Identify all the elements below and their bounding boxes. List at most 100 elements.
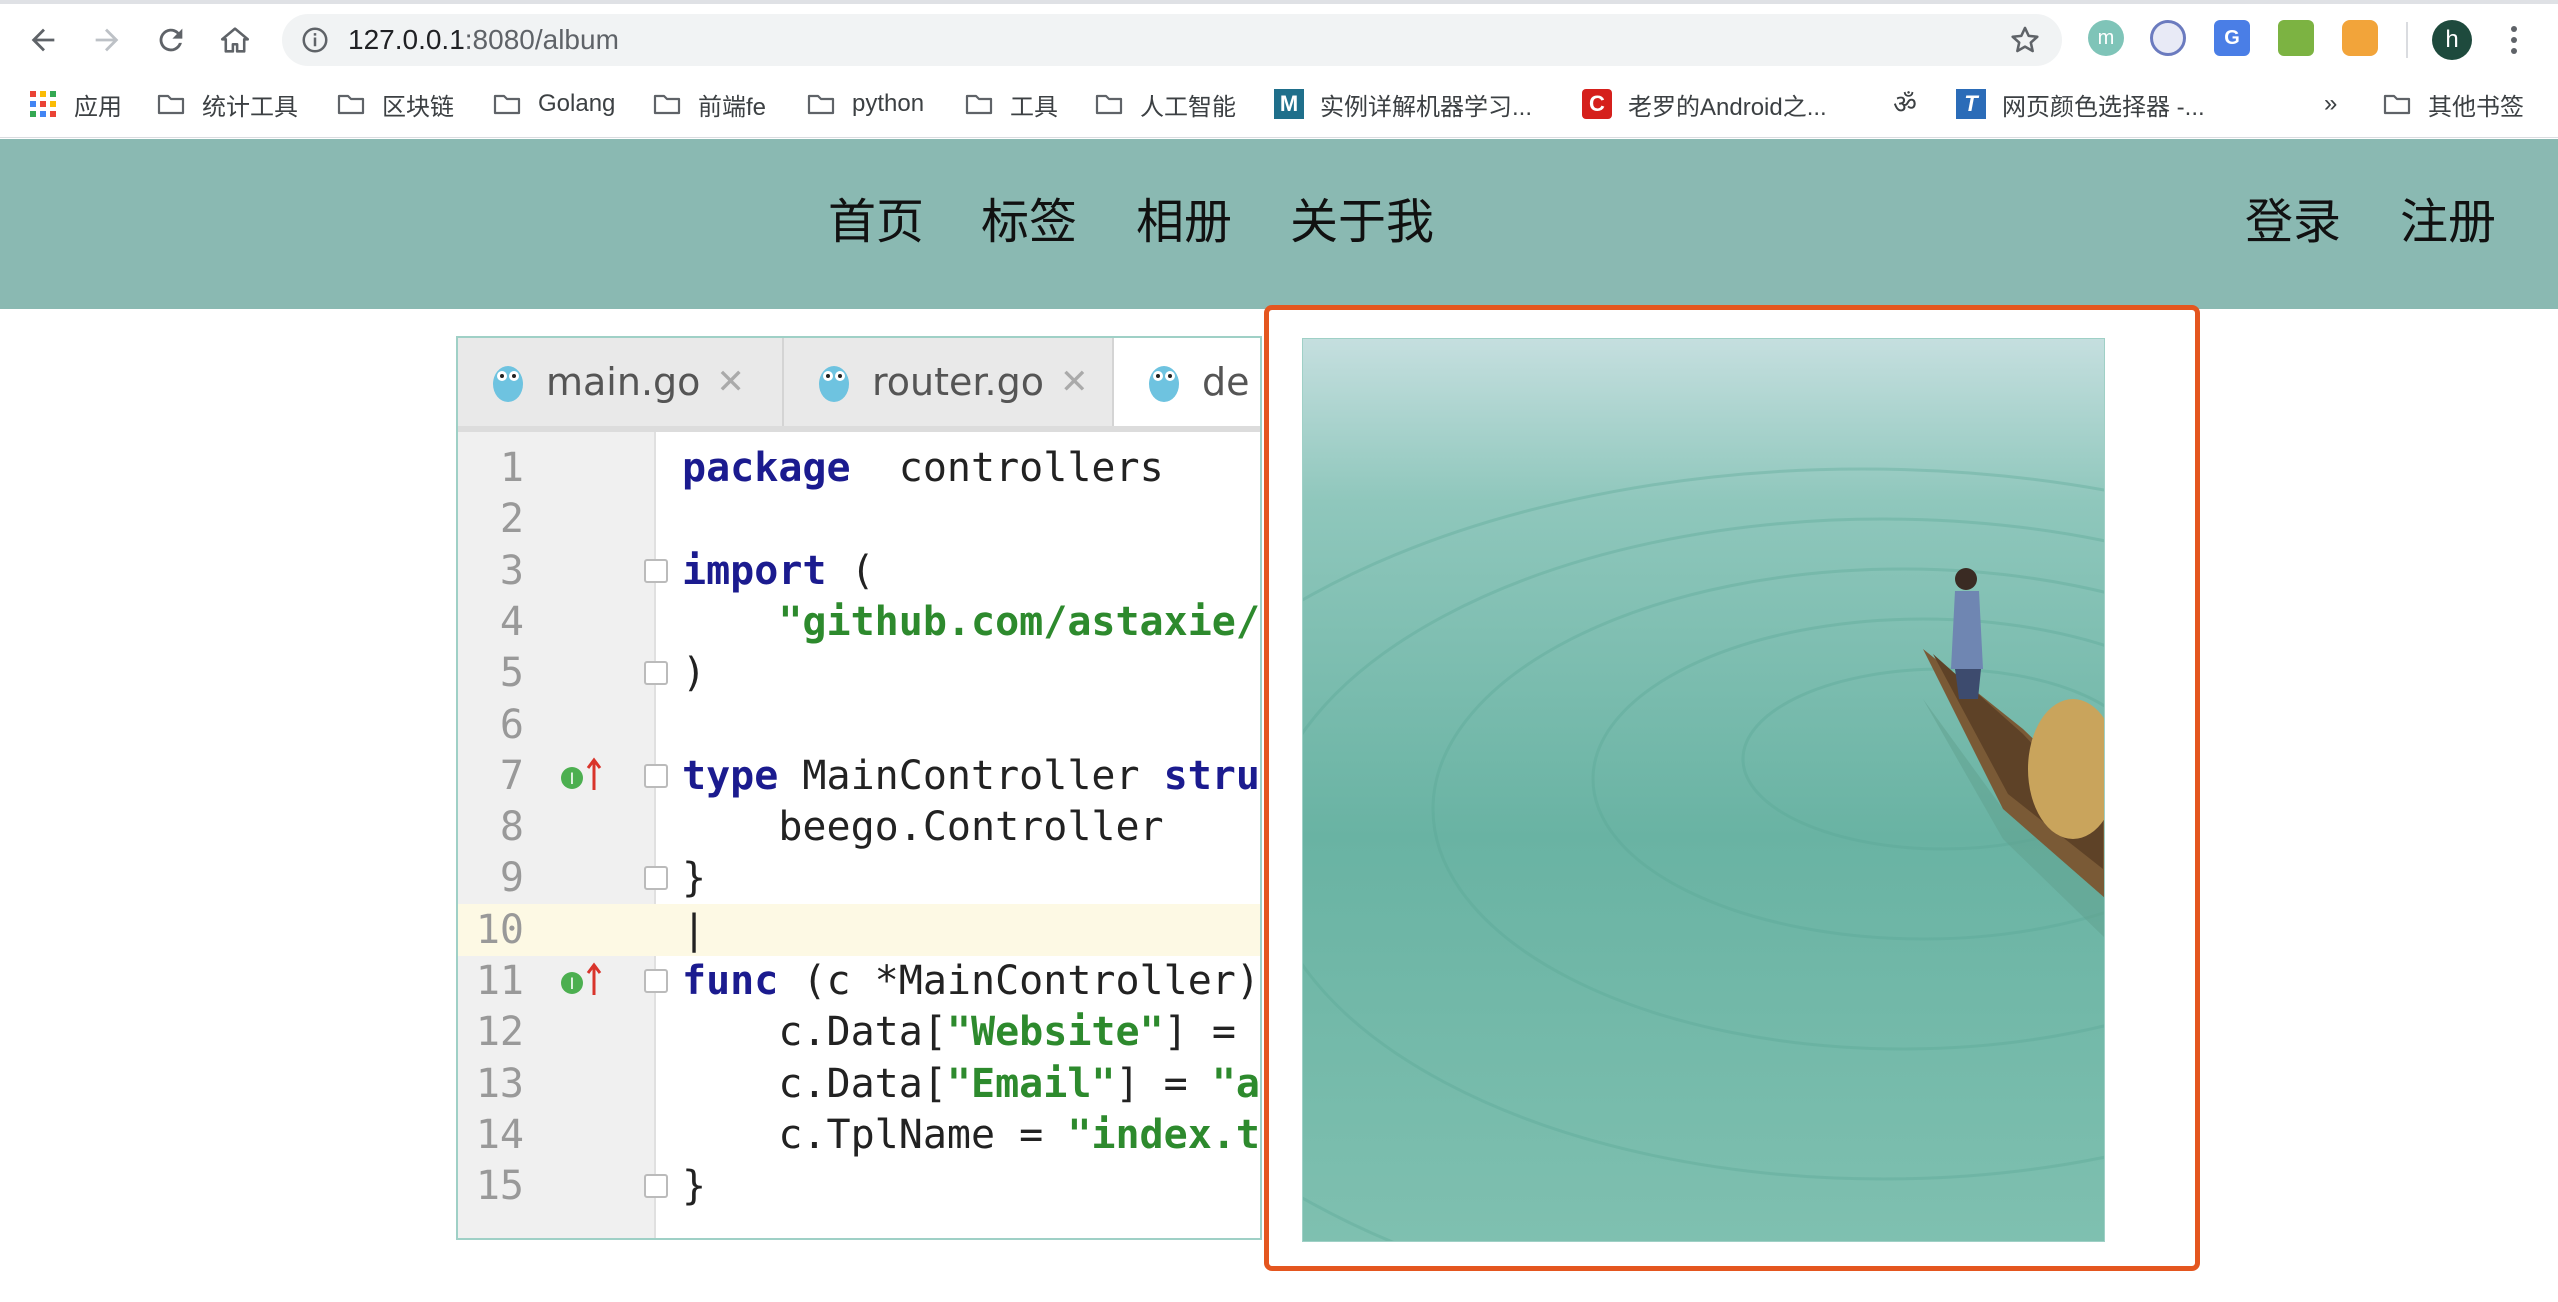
code-editor-screenshot: main.go ✕ router.go ✕ de 1 package controll…: [458, 338, 1260, 1238]
line-number: 12: [475, 1009, 524, 1056]
code-line: 5): [458, 647, 1260, 699]
login-link[interactable]: 登录: [2245, 195, 2341, 251]
nav-tags-link[interactable]: 标签: [981, 195, 1077, 251]
bookmark-folder-python[interactable]: python: [806, 84, 924, 124]
bookmark-ml-examples[interactable]: M 实例详解机器学习...: [1274, 84, 1532, 124]
extension-m-icon[interactable]: m: [2088, 20, 2124, 56]
address-bar[interactable]: 127.0.0.1:8080/album: [282, 14, 2062, 66]
site-t-icon: T: [1956, 89, 1986, 119]
bookmark-script[interactable]: ॐ: [1890, 84, 1936, 124]
line-number: 14: [475, 1111, 524, 1158]
bookmark-folder-golang[interactable]: Golang: [492, 84, 615, 124]
bookmark-label: Golang: [538, 90, 616, 117]
bookmarks-overflow-button[interactable]: »: [2324, 84, 2337, 124]
fold-marker-icon: [644, 661, 668, 686]
fold-marker-icon: [644, 763, 668, 788]
svg-text:I: I: [570, 974, 575, 993]
register-link[interactable]: 注册: [2400, 195, 2496, 251]
line-number: 13: [475, 1060, 524, 1107]
translate-extension-icon[interactable]: G: [2214, 20, 2250, 56]
code-line: 9}: [458, 852, 1260, 904]
metamask-fox-icon[interactable]: [2342, 20, 2378, 56]
bookmark-star-icon[interactable]: [2008, 23, 2042, 57]
code-line: 13 c.Data["Email"] = "a: [458, 1058, 1260, 1110]
nav-album-link[interactable]: 相册: [1136, 195, 1232, 251]
bookmark-label: 统计工具: [202, 93, 298, 121]
bookmark-label: python: [852, 90, 925, 117]
code-text: ): [682, 650, 707, 697]
code-text: c.Data["Website"] =: [682, 1009, 1236, 1056]
bookmark-android[interactable]: C 老罗的Android之...: [1582, 84, 1827, 124]
close-icon: ✕: [1059, 362, 1089, 402]
code-line: 7 type MainController stru I: [458, 750, 1260, 802]
nav-home-link[interactable]: 首页: [828, 195, 924, 251]
bookmark-folder-blockchain[interactable]: 区块链: [336, 84, 454, 124]
extension-window-icon[interactable]: [2278, 20, 2314, 56]
bookmark-label: 区块链: [382, 93, 454, 121]
code-text: beego.Controller: [682, 804, 1164, 851]
boat-on-water-image: [1303, 339, 2104, 1241]
bookmark-folder-ai[interactable]: 人工智能: [1094, 84, 1236, 124]
folder-icon: [807, 94, 835, 115]
gopher-icon: [819, 366, 849, 402]
site-m-icon: M: [1274, 89, 1304, 119]
editor-tab: main.go ✕: [458, 338, 784, 426]
line-number: 4: [499, 598, 524, 645]
browser-toolbar: 127.0.0.1:8080/album m G h: [0, 0, 2558, 74]
code-text: package controllers: [682, 445, 1164, 491]
tab-label: router.go: [872, 360, 1044, 404]
more-vert-icon[interactable]: [2502, 20, 2526, 60]
svg-text:I: I: [570, 769, 575, 788]
code-text: import (: [682, 547, 875, 594]
bookmark-label: 老罗的Android之...: [1628, 93, 1827, 121]
editor-tabs: main.go ✕ router.go ✕ de: [458, 338, 1260, 432]
fold-marker-icon: [644, 969, 668, 993]
boat-photo: [1302, 338, 2105, 1242]
code-text: }: [682, 1163, 707, 1210]
code-text: c.Data["Email"] = "a: [682, 1060, 1260, 1107]
line-number: 11: [475, 958, 524, 1004]
back-button[interactable]: [20, 17, 66, 63]
code-line: 15}: [458, 1160, 1260, 1212]
reload-button[interactable]: [148, 17, 194, 63]
code-line: 2: [458, 493, 1260, 545]
line-number: 10: [475, 906, 524, 953]
url-text[interactable]: 127.0.0.1:8080/album: [348, 24, 619, 56]
bookmark-label: 其他书签: [2428, 93, 2524, 121]
fold-marker-icon: [644, 1174, 668, 1199]
home-button[interactable]: [212, 17, 258, 63]
line-number: 5: [499, 650, 524, 697]
bookmark-label: 前端fe: [698, 93, 767, 121]
code-text: func (c *MainController): [682, 958, 1260, 1004]
bookmark-apps[interactable]: 应用: [28, 84, 122, 124]
code-text: c.TplName = "index.t: [682, 1111, 1260, 1158]
folder-icon: [1095, 94, 1123, 115]
forward-button[interactable]: [84, 17, 130, 63]
line-number: 3: [499, 547, 524, 594]
chevron-double-right-icon: »: [2324, 90, 2338, 117]
bookmark-folder-frontend[interactable]: 前端fe: [652, 84, 766, 124]
site-header: 首页 标签 相册 关于我 登录 注册: [0, 139, 2558, 309]
profile-avatar[interactable]: h: [2432, 20, 2472, 60]
tab-label: de: [1202, 360, 1250, 404]
line-number: 7: [499, 752, 524, 799]
album-photo-boat-selected[interactable]: [1264, 305, 2200, 1271]
apps-grid-icon: [30, 91, 56, 117]
bookmark-folder-tools[interactable]: 工具: [964, 84, 1058, 124]
info-icon[interactable]: [300, 25, 330, 55]
bookmark-other[interactable]: 其他书签: [2382, 84, 2524, 124]
bookmark-label: 实例详解机器学习...: [1320, 93, 1533, 121]
nav-about-link[interactable]: 关于我: [1290, 195, 1434, 251]
bookmark-folder-stats[interactable]: 统计工具: [156, 84, 298, 124]
album-photo-code[interactable]: main.go ✕ router.go ✕ de 1 package controll…: [456, 336, 1262, 1240]
gopher-icon: [493, 366, 523, 402]
folder-icon: [337, 94, 365, 115]
code-line: 3 import (: [458, 545, 1260, 597]
code-line: 4 "github.com/astaxie/: [458, 596, 1260, 648]
folder-icon: [493, 94, 521, 115]
line-number: 1: [499, 445, 524, 491]
extension-compass-icon[interactable]: [2150, 20, 2186, 56]
bookmarks-bar: 应用 统计工具 区块链 Golang 前端fe python 工具 人工智能 M…: [0, 74, 2558, 138]
bookmark-color-picker[interactable]: T 网页颜色选择器 -...: [1956, 84, 2205, 124]
editor-tab-active: de: [1114, 338, 1260, 426]
